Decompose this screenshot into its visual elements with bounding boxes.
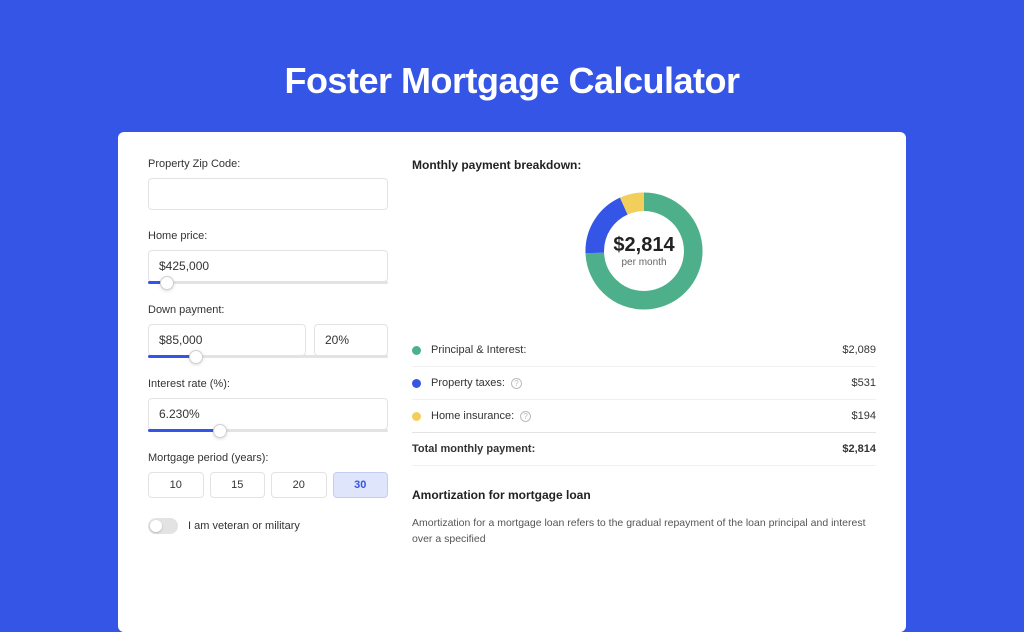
interest-label: Interest rate (%): [148,378,388,390]
amortization-block: Amortization for mortgage loan Amortizat… [412,488,876,548]
interest-input[interactable] [148,398,388,430]
legend-total-label: Total monthly payment: [412,443,842,455]
period-option-10[interactable]: 10 [148,472,204,498]
legend-value: $531 [852,377,876,389]
down-payment-input[interactable] [148,324,306,356]
legend-row: Property taxes:?$531 [412,367,876,400]
home-price-field: Home price: [148,230,388,284]
donut-chart-wrap: $2,814 per month [412,186,876,316]
down-payment-label: Down payment: [148,304,388,316]
zip-field: Property Zip Code: [148,158,388,210]
home-price-input[interactable] [148,250,388,282]
legend-label: Property taxes:? [431,377,852,389]
inputs-column: Property Zip Code: Home price: Down paym… [148,158,388,606]
legend-label-text: Principal & Interest: [431,344,526,356]
breakdown-column: Monthly payment breakdown: $2,814 per mo… [412,158,876,606]
interest-slider[interactable] [148,429,388,432]
legend-row: Home insurance:?$194 [412,400,876,432]
legend-total-row: Total monthly payment: $2,814 [412,432,876,466]
interest-slider-fill [148,429,220,432]
calculator-card: Property Zip Code: Home price: Down paym… [118,132,906,632]
legend-total-value: $2,814 [842,443,876,455]
info-icon[interactable]: ? [511,378,522,389]
legend-list: Principal & Interest: $2,089 Property taxe… [412,334,876,432]
veteran-row: I am veteran or military [148,518,388,534]
home-price-label: Home price: [148,230,388,242]
breakdown-heading: Monthly payment breakdown: [412,158,876,172]
veteran-toggle[interactable] [148,518,178,534]
donut-sub: per month [621,257,666,268]
legend-label: Home insurance:? [431,410,852,422]
interest-slider-thumb[interactable] [213,424,227,438]
legend-row: Principal & Interest: $2,089 [412,334,876,367]
legend-value: $194 [852,410,876,422]
period-option-20[interactable]: 20 [271,472,327,498]
legend-label-text: Property taxes: [431,377,505,389]
period-option-15[interactable]: 15 [210,472,266,498]
legend-dot-icon [412,346,421,355]
info-icon[interactable]: ? [520,411,531,422]
home-price-slider-thumb[interactable] [160,276,174,290]
down-payment-pct-input[interactable] [314,324,388,356]
legend-dot-icon [412,412,421,421]
zip-label: Property Zip Code: [148,158,388,170]
donut-center: $2,814 per month [579,186,709,316]
zip-input[interactable] [148,178,388,210]
down-payment-slider-thumb[interactable] [189,350,203,364]
page-title: Foster Mortgage Calculator [0,0,1024,132]
home-price-slider[interactable] [148,281,388,284]
amortization-heading: Amortization for mortgage loan [412,488,876,502]
period-option-30[interactable]: 30 [333,472,389,498]
legend-label: Principal & Interest: [431,344,842,356]
interest-field: Interest rate (%): [148,378,388,432]
donut-chart: $2,814 per month [579,186,709,316]
down-payment-slider[interactable] [148,355,388,358]
down-payment-field: Down payment: [148,304,388,358]
period-options: 10152030 [148,472,388,498]
period-field: Mortgage period (years): 10152030 [148,452,388,498]
legend-label-text: Home insurance: [431,410,514,422]
donut-amount: $2,814 [613,234,674,257]
amortization-text: Amortization for a mortgage loan refers … [412,516,876,548]
legend-dot-icon [412,379,421,388]
veteran-label: I am veteran or military [188,520,300,532]
legend-value: $2,089 [842,344,876,356]
period-label: Mortgage period (years): [148,452,388,464]
